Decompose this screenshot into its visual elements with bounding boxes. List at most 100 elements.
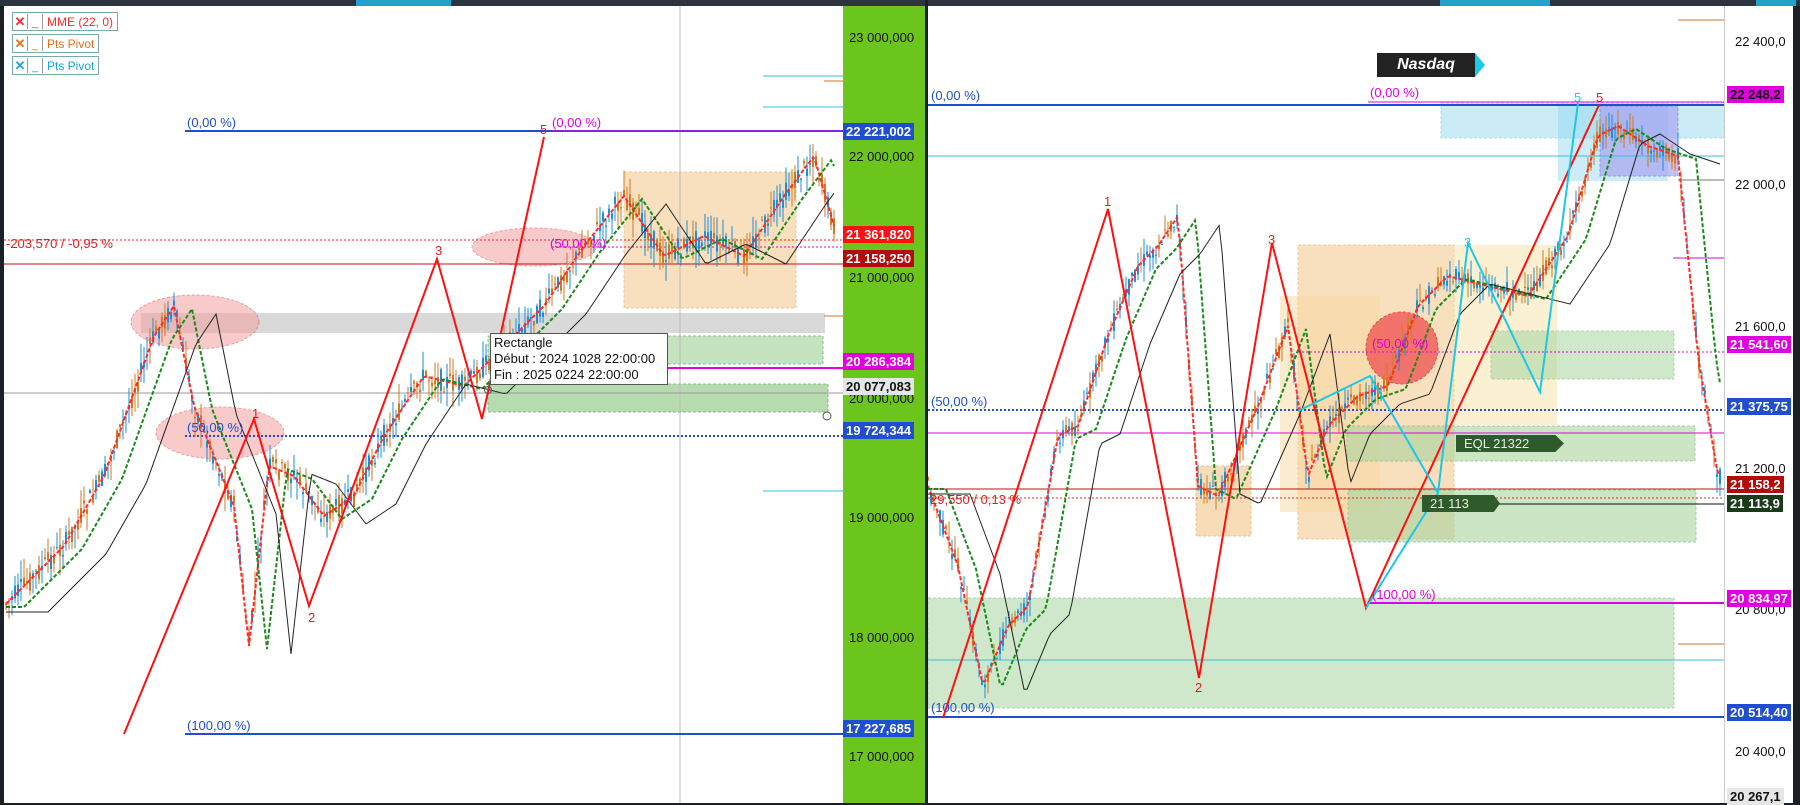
axis-tick: 21 200,0 [1735,461,1786,476]
price-tag: 20 834,97 [1727,590,1791,607]
candle-body [35,570,37,572]
candle-body [1650,150,1652,154]
price-tag: 22 221,002 [843,123,915,140]
candle-body [1344,403,1346,409]
candle-body [1218,494,1220,496]
candle-body [404,399,406,402]
candle-body [473,370,475,374]
candle-body [284,463,286,469]
minimize-icon[interactable]: _ [28,36,43,51]
right-chart-canvas[interactable]: 1 2 3 5 3 5 (0,00 %) (0,00 %) (50,00 %) … [928,6,1724,803]
fib-label: (0,00 %) [187,115,236,130]
candle-body [758,237,760,240]
green-zone [487,383,829,413]
wave-label-3: 3 [1268,232,1275,247]
candle-body [281,461,283,464]
price-tag: 22 248,2 [1727,86,1784,103]
axis-tick: 20 400,0 [1735,744,1786,759]
candle-body [119,424,121,427]
candle-body [1359,392,1361,401]
candle-body [554,283,556,285]
axis-tick: 17 000,000 [849,749,915,764]
trading-app: 1 2 3 5 (0,00 %) (0,00 %) (50,00 %) (50,… [0,0,1800,805]
candle-body [542,312,544,317]
candle-body [83,500,85,504]
candle-body [443,391,445,393]
left-price-axis[interactable]: 23 000,000 22 000,000 21 000,000 20 000,… [843,6,925,803]
fib-label: (0,00 %) [931,88,980,103]
candle-body [464,376,466,381]
close-icon[interactable]: ✕ [13,36,28,51]
candle-body [1524,286,1526,288]
candle-body [449,373,451,377]
legend-pivot-blue[interactable]: ✕ _ Pts Pivot [12,56,100,75]
fib-label: (100,00 %) [187,718,251,733]
right-chart-panel[interactable]: 1 2 3 5 3 5 (0,00 %) (0,00 %) (50,00 %) … [928,6,1724,803]
price-tag: 21 375,75 [1727,398,1791,415]
candle-body [485,355,487,363]
candle-body [1059,442,1061,444]
candle-body [422,369,424,381]
candle-body [98,475,100,482]
wave-label-5: 5 [540,122,547,137]
minimize-icon[interactable]: _ [28,58,43,73]
candle-body [1551,265,1553,269]
candle-body [434,380,436,385]
fib-label: (0,00 %) [1370,85,1419,100]
price-tag: 21 158,2 [1727,476,1784,493]
candle-body [173,300,175,306]
candle-body [275,459,277,464]
candle-body [68,530,70,535]
legend-pivot-orange[interactable]: ✕ _ Pts Pivot [12,34,100,53]
candle-body [1248,420,1250,426]
candle-body [1164,229,1166,231]
candle-body [431,382,433,387]
candle-body [984,684,986,688]
candle-body [1422,307,1424,310]
candle-body [1614,128,1616,130]
candle-body [800,178,802,180]
candle-body [1116,308,1118,310]
candle-body [1407,323,1409,332]
candle-body [701,242,703,247]
candle-body [746,244,748,262]
tooltip-end: Fin : 2025 0224 22:00:00 [494,367,639,382]
right-price-axis[interactable]: 22 400,0 22 000,0 21 600,0 21 200,0 20 8… [1724,6,1793,805]
candle-body [14,585,16,599]
candle-body [981,680,983,686]
candle-body [1308,477,1310,482]
axis-tick: 22 400,0 [1735,34,1786,49]
left-chart-canvas[interactable]: 1 2 3 5 (0,00 %) (0,00 %) (50,00 %) (50,… [4,6,843,803]
candle-body [996,657,998,659]
legend-label: Pts Pivot [47,36,95,51]
candle-body [668,244,670,259]
candle-body [617,203,619,211]
change-label: -203,570 / -0,95 % [6,236,113,251]
level-label: 21 113 [1422,495,1500,512]
candle-body [290,478,292,484]
candle-body [928,477,929,481]
candle-body [1716,474,1718,477]
close-icon[interactable]: ✕ [13,58,28,73]
candle-body [803,160,805,164]
candle-body [89,490,91,494]
candle-body [1086,392,1088,394]
candle-body [1305,468,1307,470]
candle-body [407,392,409,394]
legend-mme[interactable]: ✕ _ MME (22, 0) [12,12,119,31]
candle-body [1065,425,1067,431]
candle-body [1656,149,1658,158]
left-chart-panel[interactable]: 1 2 3 5 (0,00 %) (0,00 %) (50,00 %) (50,… [4,6,843,803]
candle-body [50,555,52,570]
wave-label-1: 1 [1104,194,1111,209]
candle-body [737,248,739,264]
wave-label-1: 1 [252,406,259,421]
price-tag: 20 267,1 [1727,788,1784,805]
close-icon[interactable]: ✕ [13,14,28,29]
badge-arrow-icon [1475,53,1485,77]
minimize-icon[interactable]: _ [28,14,43,29]
candle-body [548,288,550,294]
candle-body [1395,355,1397,357]
candle-body [596,221,598,225]
candle-body [419,389,421,392]
